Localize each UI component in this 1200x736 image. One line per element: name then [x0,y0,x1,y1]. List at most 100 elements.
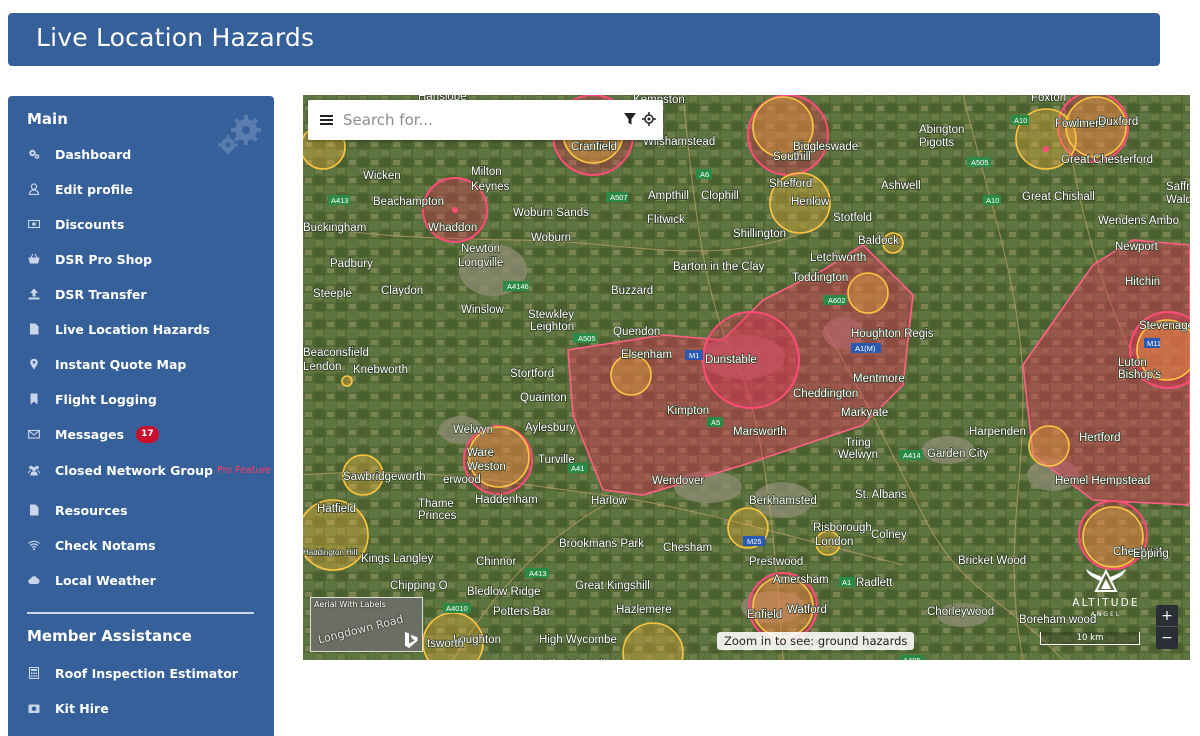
place-label: Buckingham [303,222,366,234]
wifi-icon [27,538,41,552]
place-label: Wicken [363,170,401,182]
sidebar-item-resources[interactable]: Resources [27,499,128,521]
place-label: Risborough [813,522,872,534]
sidebar-item-label: Flight Logging [55,391,157,407]
place-label: Clophill [701,190,739,202]
place-label: Hemel Hempstead [1055,475,1150,487]
place-label: Bledlow Ridge [467,586,541,598]
place-label: Kimpton [667,405,709,417]
place-label: Dunstable [705,354,757,366]
hazard-map[interactable]: A507 A6 A505 A4146 M1 A602 A1(M) A5 A414… [303,95,1190,660]
camera-icon [27,701,41,715]
sidebar-item-closed-network-group[interactable]: Closed Network Group Pro Feature [27,459,271,481]
place-label: London [815,536,853,548]
sidebar-item-label: Closed Network Group [55,462,214,478]
sidebar-item-check-notams[interactable]: Check Notams [27,534,156,556]
place-label: Enfield [747,609,782,621]
svg-text:M25: M25 [747,537,762,546]
svg-text:A4146: A4146 [507,282,529,291]
place-label: erwood [443,474,481,486]
basemap-switcher[interactable]: Aerial With Labels Longdown Road [310,597,423,652]
sidebar-item-label: Live Location Hazards [55,321,210,337]
sidebar-item-discounts[interactable]: Discounts [27,213,124,235]
brand-sub: ANGEL [1090,611,1122,618]
calculator-icon [27,666,41,680]
place-label: Newton [461,243,500,255]
filter-icon[interactable] [623,112,637,126]
sidebar-item-dashboard[interactable]: Dashboard [27,143,131,165]
user-icon [27,182,41,196]
place-label: Stortford [510,368,554,380]
sidebar-item-live-location-hazards[interactable]: Live Location Hazards [27,318,210,340]
map-canvas[interactable]: A507 A6 A505 A4146 M1 A602 A1(M) A5 A414… [303,95,1190,660]
messages-count-badge: 17 [136,425,159,443]
place-label: Stewkley [528,309,574,321]
sidebar-assist-title: Member Assistance [27,627,192,645]
sidebar-item-messages[interactable]: Messages 17 [27,423,159,445]
svg-text:A10: A10 [1014,116,1027,125]
svg-text:M11: M11 [1147,339,1161,348]
place-label: Longville [458,257,503,269]
scale-label: 10 km [1076,633,1104,643]
sidebar-item-dsr-pro-shop[interactable]: DSR Pro Shop [27,248,152,270]
place-label: Turville [538,454,575,466]
place-label: Abington [919,124,964,136]
place-label: Ashwell [881,180,921,192]
sidebar-item-label: Local Weather [55,572,156,588]
brand-name: ALTITUDE [1072,597,1140,609]
file-icon [27,503,41,517]
place-label: Potters Bar [493,606,551,618]
svg-text:A413: A413 [331,196,349,205]
place-label: Hitchin [1125,276,1160,288]
place-label: Brookmans Park [559,538,644,550]
place-label: Chinnor [476,556,516,568]
place-label: Steeple [313,288,352,300]
svg-text:A413: A413 [529,569,547,578]
place-label: Sawbridgeworth [343,471,425,483]
angel-wings-icon [1086,568,1126,592]
map-search-input[interactable] [343,108,608,132]
svg-text:A406: A406 [903,656,921,660]
place-label: Ware [467,447,494,459]
svg-text:A5: A5 [711,418,720,427]
place-label: Luton [1118,357,1147,369]
place-label: Berkhamsted [749,495,817,507]
sidebar-item-edit-profile[interactable]: Edit profile [27,178,133,200]
sidebar-item-dsr-transfer[interactable]: DSR Transfer [27,283,147,305]
svg-text:A507: A507 [610,193,628,202]
sidebar-item-label: DSR Transfer [55,286,147,302]
place-label: Welwyn [453,424,493,436]
sidebar-item-label: Check Notams [55,537,156,553]
svg-text:A414: A414 [903,451,921,460]
bing-logo-icon [405,632,418,648]
basemap-label: Aerial With Labels [314,600,386,609]
place-label: Wendens Ambo [1098,215,1179,227]
place-label: Henlow [791,196,830,208]
place-label: Toddington [792,272,848,284]
file-icon [27,322,41,336]
place-label: Harpenden [969,426,1026,438]
zoom-in-button[interactable]: + [1156,605,1178,627]
svg-text:A4010: A4010 [446,604,468,613]
place-label: Cranfield [571,141,617,153]
sidebar-item-roof-inspection-estimator[interactable]: Roof Inspection Estimator [27,662,238,684]
place-label: Newport [1115,241,1159,253]
place-label: Kings Langley [361,553,433,565]
place-label: Princes [418,510,457,522]
sidebar-item-flight-logging[interactable]: Flight Logging [27,388,157,410]
svg-text:A10: A10 [986,196,999,205]
place-label: Markyate [841,407,888,419]
locate-icon[interactable] [642,112,656,126]
place-label: Radlett [856,577,893,589]
cogs-icon [27,147,41,161]
sidebar-item-kit-hire[interactable]: Kit Hire [27,697,109,719]
menu-icon[interactable] [320,113,334,127]
sidebar-item-local-weather[interactable]: Local Weather [27,569,156,591]
bookmark-icon [27,392,41,406]
sidebar-item-instant-quote-map[interactable]: Instant Quote Map [27,353,186,375]
zoom-out-button[interactable]: − [1156,627,1178,649]
place-label: Stotfold [833,212,872,224]
sidebar: Main Dashboard Edit profile Discounts DS… [8,96,274,736]
place-label: Southill [773,151,811,163]
map-scale-bar: 10 km [1040,632,1140,645]
